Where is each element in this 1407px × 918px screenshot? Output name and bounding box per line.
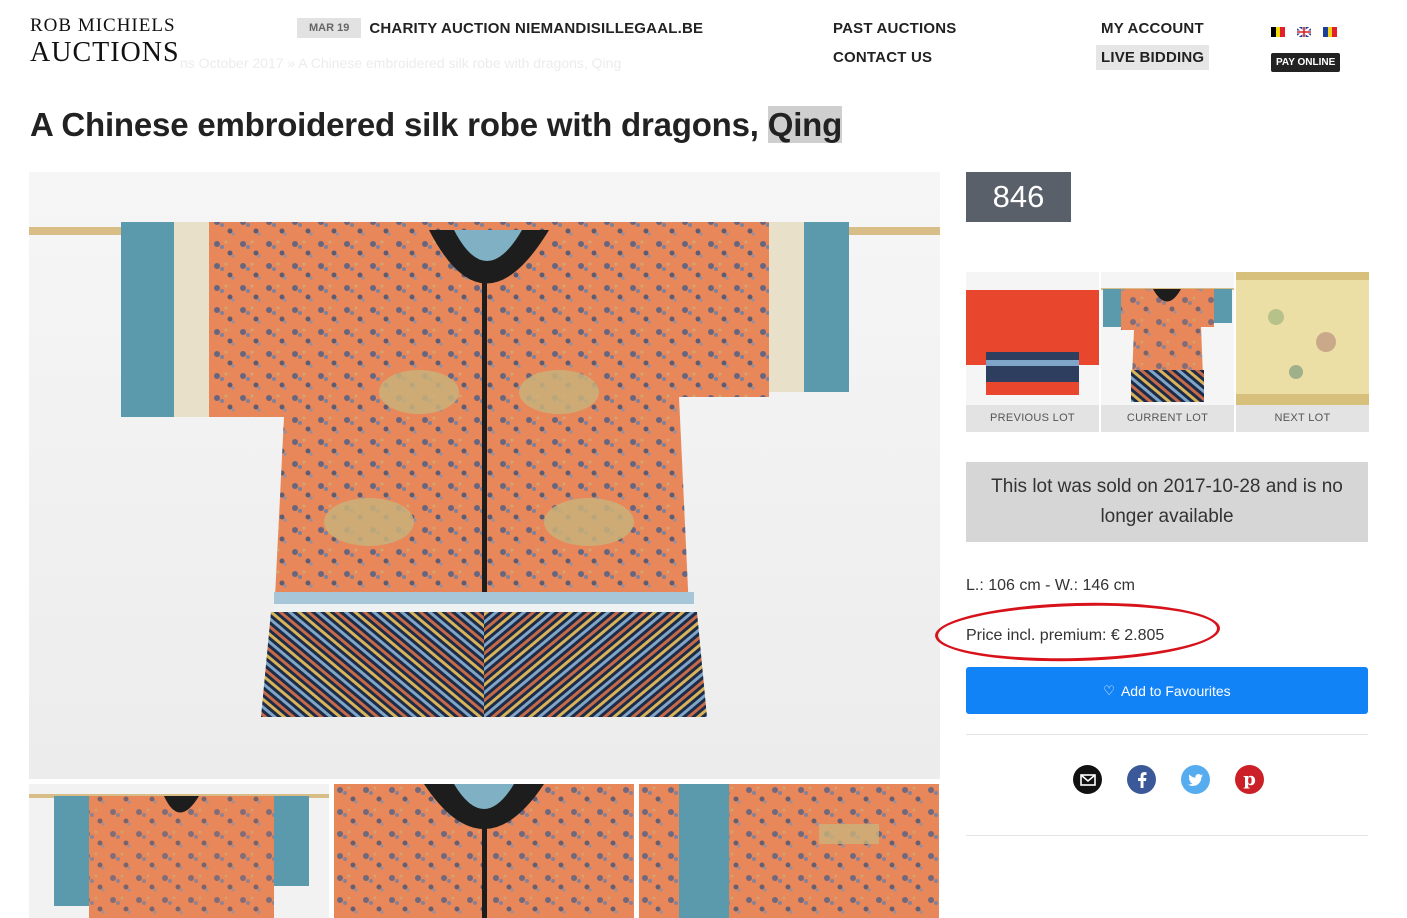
- add-to-favourites-label: Add to Favourites: [1120, 682, 1231, 699]
- divider: [966, 734, 1368, 735]
- language-switcher: [1271, 27, 1338, 37]
- news-title[interactable]: CHARITY AUCTION NIEMANDISILLEGAAL.BE: [369, 20, 703, 37]
- pay-online-button[interactable]: PAY ONLINE: [1271, 53, 1341, 72]
- site-logo[interactable]: ROB MICHIELS AUCTIONS: [30, 16, 180, 67]
- lot-number-badge: 846: [966, 172, 1071, 222]
- nav-my-account[interactable]: MY ACCOUNT: [1101, 20, 1209, 37]
- flag-be-icon[interactable]: [1271, 27, 1286, 37]
- current-lot-label: CURRENT LOT: [1101, 405, 1234, 432]
- page-title: A Chinese embroidered silk robe with dra…: [30, 106, 842, 144]
- lot-dimensions: L.: 106 cm - W.: 146 cm: [966, 577, 1135, 594]
- logo-line-1: ROB MICHIELS: [30, 15, 176, 36]
- share-icons: p: [1073, 765, 1264, 794]
- gallery-thumbnail[interactable]: [334, 784, 634, 918]
- current-lot-link[interactable]: CURRENT LOT: [1101, 272, 1234, 432]
- news-date: MAR 19: [297, 18, 362, 38]
- pinterest-icon[interactable]: p: [1235, 765, 1264, 794]
- email-icon[interactable]: [1073, 765, 1102, 794]
- previous-lot-label: PREVIOUS LOT: [966, 405, 1099, 432]
- twitter-icon[interactable]: [1181, 765, 1210, 794]
- next-lot-label: NEXT LOT: [1236, 405, 1369, 432]
- main-lot-image[interactable]: [29, 172, 940, 779]
- heart-icon: ♡: [1103, 682, 1115, 698]
- previous-lot-image: [966, 272, 1099, 405]
- breadcrumb: ns October 2017 » A Chinese embroidered …: [180, 55, 622, 71]
- flag-uk-icon[interactable]: [1297, 27, 1311, 37]
- page-title-main: A Chinese embroidered silk robe with dra…: [30, 106, 768, 143]
- nav-contact-us[interactable]: CONTACT US: [833, 49, 956, 66]
- nav-past-auctions[interactable]: PAST AUCTIONS: [833, 20, 956, 37]
- account-nav: MY ACCOUNT LIVE BIDDING: [1096, 20, 1210, 70]
- next-lot-image: [1236, 272, 1369, 405]
- divider: [966, 835, 1368, 836]
- gallery-thumbnail[interactable]: [639, 784, 939, 918]
- current-lot-image: [1101, 272, 1234, 405]
- nav-live-bidding[interactable]: LIVE BIDDING: [1096, 45, 1210, 70]
- logo-line-2: AUCTIONS: [30, 37, 180, 68]
- news-ticker[interactable]: MAR 19 CHARITY AUCTION NIEMANDISILLEGAAL…: [297, 18, 703, 38]
- add-to-favourites-button[interactable]: ♡ Add to Favourites: [966, 667, 1368, 714]
- main-nav: PAST AUCTIONS CONTACT US: [833, 20, 956, 66]
- flag-fr-icon[interactable]: [1323, 27, 1338, 37]
- next-lot-link[interactable]: NEXT LOT: [1236, 272, 1369, 432]
- facebook-icon[interactable]: [1127, 765, 1156, 794]
- lot-navigation: PREVIOUS LOT CURRENT LOT NEXT LOT: [966, 272, 1369, 432]
- sold-notice: This lot was sold on 2017-10-28 and is n…: [966, 462, 1368, 542]
- gallery-thumbnail[interactable]: [29, 784, 329, 918]
- price-annotation-circle: [934, 599, 1221, 665]
- previous-lot-link[interactable]: PREVIOUS LOT: [966, 272, 1099, 432]
- page-title-highlight: Qing: [767, 106, 843, 143]
